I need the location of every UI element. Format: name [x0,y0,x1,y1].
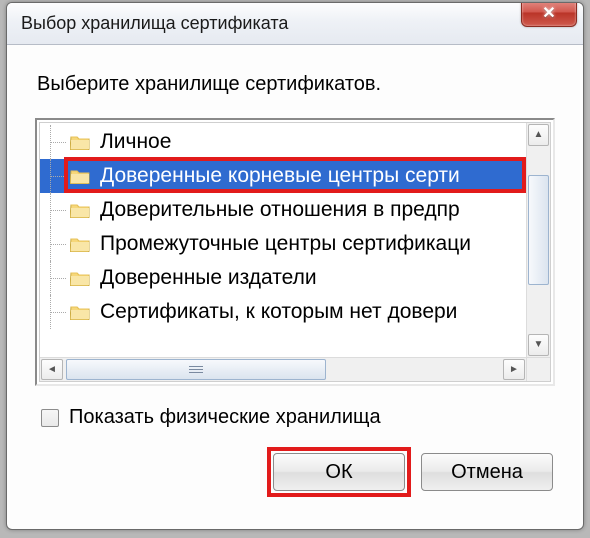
grip-icon [189,366,203,374]
hscroll-track[interactable] [64,358,502,381]
button-row: ОК Отмена [35,453,555,491]
certificate-store-dialog: Выбор хранилища сертификата ✕ Выберите х… [6,2,584,530]
scroll-left-button[interactable]: ◄ [41,359,63,380]
scroll-up-button[interactable]: ▲ [528,124,549,146]
folder-icon [70,134,90,150]
window-title: Выбор хранилища сертификата [21,13,288,34]
close-button[interactable]: ✕ [521,2,577,27]
folder-icon [70,202,90,218]
chevron-left-icon: ◄ [47,366,57,374]
tree-item-label: Доверенные издатели [100,266,317,290]
chevron-down-icon: ▼ [534,341,544,349]
tree-item-label: Промежуточные центры сертификаци [100,232,471,256]
chevron-right-icon: ► [509,366,519,374]
tree-item[interactable]: Доверительные отношения в предпр [40,193,526,227]
scroll-down-button[interactable]: ▼ [528,334,549,356]
horizontal-scrollbar[interactable]: ◄ ► [40,357,526,381]
tree-item[interactable]: Доверенные корневые центры серти [40,159,526,193]
cancel-button[interactable]: Отмена [421,453,553,491]
certificate-store-tree[interactable]: Личное Доверенные корневые центры серти … [40,123,526,357]
vertical-scrollbar[interactable]: ▲ ▼ [526,123,550,357]
tree-item-label: Сертификаты, к которым нет довери [100,300,457,324]
tree-item-label: Доверенные корневые центры серти [100,164,460,188]
scrollbar-corner [526,357,550,381]
instruction-text: Выберите хранилище сертификатов. [37,73,555,96]
tree-item-label: Личное [100,130,171,154]
folder-icon [70,236,90,252]
chevron-up-icon: ▲ [534,131,544,139]
tree-item[interactable]: Сертификаты, к которым нет довери [40,295,526,329]
tree-item[interactable]: Доверенные издатели [40,261,526,295]
tree-item[interactable]: Личное [40,125,526,159]
folder-icon [70,304,90,320]
tree-item-label: Доверительные отношения в предпр [100,198,460,222]
vscroll-thumb[interactable] [528,175,549,285]
hscroll-thumb[interactable] [66,359,326,380]
folder-icon [70,168,90,184]
dialog-body: Выберите хранилище сертификатов. Личное … [7,45,583,511]
titlebar: Выбор хранилища сертификата ✕ [7,3,583,45]
show-physical-stores-label: Показать физические хранилища [69,406,381,429]
ok-button[interactable]: ОК [273,453,405,491]
vscroll-track[interactable] [527,147,550,333]
show-physical-stores-row: Показать физические хранилища [41,406,555,429]
close-icon: ✕ [542,7,555,21]
scroll-right-button[interactable]: ► [503,359,525,380]
tree-panel: Личное Доверенные корневые центры серти … [35,118,555,386]
tree-item[interactable]: Промежуточные центры сертификаци [40,227,526,261]
show-physical-stores-checkbox[interactable] [41,409,59,427]
folder-icon [70,270,90,286]
